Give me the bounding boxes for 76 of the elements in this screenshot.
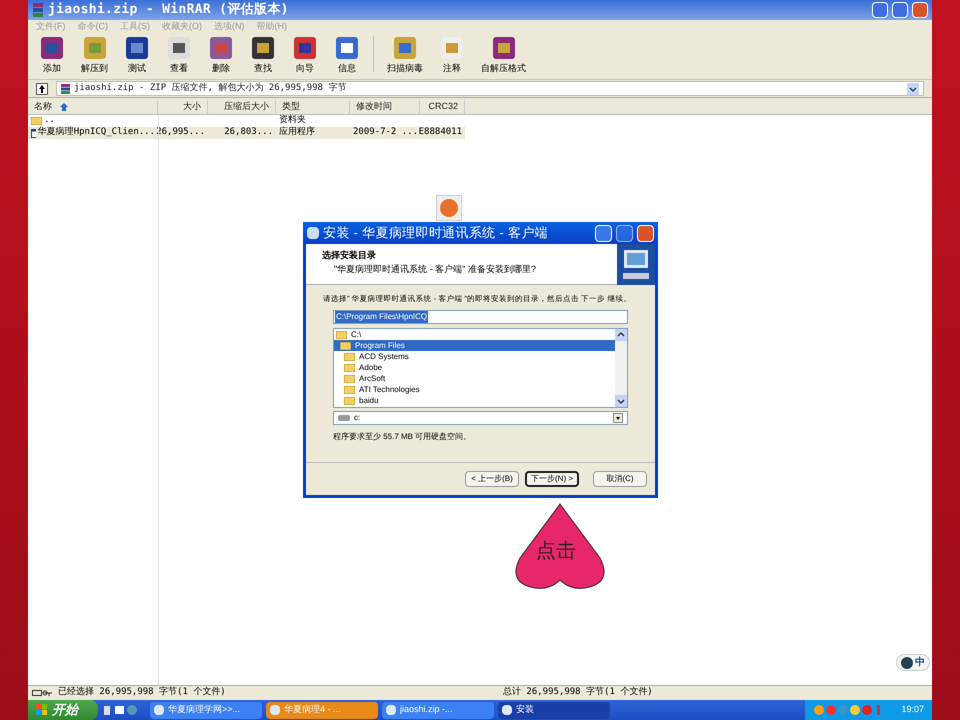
- drive-dropdown[interactable]: c:: [333, 411, 628, 425]
- toolbar-button[interactable]: 删除: [205, 34, 237, 75]
- scroll-down-icon[interactable]: [615, 395, 627, 407]
- drive-icon: [338, 415, 350, 421]
- path-text: jiaoshi.zip - ZIP 压缩文件, 解包大小为 26,995,998 字节: [74, 82, 346, 95]
- scrollbar[interactable]: [615, 329, 627, 407]
- window-icon: [31, 128, 36, 138]
- dialog-heading: 选择安装目录: [322, 249, 377, 262]
- table-cell-text: E8884011: [418, 126, 462, 140]
- folder-item[interactable]: ACD Systems: [334, 351, 615, 362]
- disk-space-text: 程序要求至少 55.7 MB 可用硬盘空间。: [333, 431, 472, 443]
- drive-key-icon: [32, 689, 54, 697]
- up-folder-icon[interactable]: [36, 82, 48, 94]
- table-cell-text: 华夏病理HpnICQ_Clien...: [38, 126, 155, 140]
- computer-icon: [617, 244, 655, 285]
- column-header[interactable]: 大小: [158, 100, 208, 114]
- sort-arrow-icon: [60, 103, 68, 111]
- ime-indicator[interactable]: 中: [896, 654, 930, 671]
- minimize-button[interactable]: [872, 2, 888, 18]
- dialog-button[interactable]: 下一步(N) >: [525, 471, 579, 487]
- folder-item[interactable]: baidu: [334, 395, 615, 406]
- status-text: 已经选择 26,995,998 字节(1 个文件): [58, 686, 227, 700]
- column-header[interactable]: CRC32: [420, 100, 465, 114]
- toolbar-button[interactable]: 查找: [247, 34, 279, 75]
- dialog-button[interactable]: < 上一步(B): [465, 471, 519, 487]
- taskbar-button[interactable]: 安装: [498, 702, 610, 718]
- windows-logo-icon: [36, 704, 48, 716]
- file-row[interactable]: 华夏病理HpnICQ_Clien...26,995... 26,803... 应用程序 2009-7-2 ...E8884011: [28, 127, 465, 139]
- column-header[interactable]: 名称: [28, 100, 158, 114]
- minimize-button[interactable]: [595, 224, 612, 242]
- toolbar-button[interactable]: 自解压格式: [478, 34, 529, 75]
- toolbar-button[interactable]: 注释: [436, 34, 468, 75]
- path-value: C:\Program Files\HpnICQ: [335, 311, 428, 323]
- folder-item[interactable]: C:\: [334, 329, 615, 340]
- callout-text: 点击: [536, 539, 576, 564]
- folder-tree[interactable]: C:\ Program Files ACD Systems Adobe ArcSoft ATI Technologies baidu: [333, 328, 628, 408]
- drive-value: c:: [354, 412, 360, 424]
- toolbar-button[interactable]: 测试: [121, 34, 153, 75]
- table-cell-text: 资料夹: [279, 114, 306, 126]
- folder-item[interactable]: ArcSoft: [334, 373, 615, 384]
- column-header[interactable]: 压缩后大小: [208, 100, 276, 114]
- toolbar-button[interactable]: 扫描病毒: [384, 34, 426, 75]
- table-cell-text: 应用程序: [279, 126, 315, 140]
- maximize-button[interactable]: [616, 224, 633, 242]
- toolbar-button[interactable]: 添加: [36, 34, 68, 75]
- dialog-title: 安装 - 华夏病理即时通讯系统 - 客户端: [323, 224, 548, 242]
- folder-item[interactable]: Program Files: [334, 340, 615, 351]
- dialog-subheading: "华夏病理即时通讯系统 - 客户端" 准备安装到哪里?: [333, 262, 537, 276]
- status-text: 总计 26,995,998 字节(1 个文件): [503, 686, 653, 700]
- path-field[interactable]: jiaoshi.zip - ZIP 压缩文件, 解包大小为 26,995,998 字节: [56, 81, 924, 96]
- archive-icon: [32, 3, 44, 17]
- toolbar-button[interactable]: 查看: [163, 34, 195, 75]
- taskbar-button[interactable]: jiaoshi.zip -...: [382, 702, 494, 718]
- quick-launch-icon[interactable]: [102, 704, 138, 716]
- table-cell-text: ..: [44, 114, 55, 126]
- folder-item[interactable]: Adobe: [334, 362, 615, 373]
- toolbar-button[interactable]: 解压到: [78, 34, 111, 75]
- path-field[interactable]: C:\Program Files\HpnICQ: [333, 310, 628, 324]
- folder-item[interactable]: ATI Technologies: [334, 384, 615, 395]
- close-button[interactable]: [912, 2, 928, 18]
- table-cell-text: 26,803...: [224, 126, 273, 140]
- taskbar-button[interactable]: 华夏病理学网>>...: [150, 702, 262, 718]
- close-button[interactable]: [637, 224, 654, 242]
- archive-icon: [61, 84, 70, 94]
- window-title: jiaoshi.zip - WinRAR (评估版本): [48, 1, 289, 20]
- toolbar-button[interactable]: 信息: [331, 34, 363, 75]
- column-header[interactable]: 修改时间: [350, 100, 420, 114]
- column-header[interactable]: 类型: [276, 100, 350, 114]
- toolbar-button[interactable]: 向导: [289, 34, 321, 75]
- restore-button[interactable]: [892, 2, 908, 18]
- dialog-button[interactable]: 取消(C): [593, 471, 647, 487]
- table-cell-text: 2009-7-2 ...: [353, 126, 418, 140]
- scroll-up-icon[interactable]: [615, 329, 627, 341]
- table-cell-text: 26,995...: [156, 126, 205, 140]
- clock: 19:07: [901, 703, 924, 716]
- start-button[interactable]: 开始: [28, 700, 98, 720]
